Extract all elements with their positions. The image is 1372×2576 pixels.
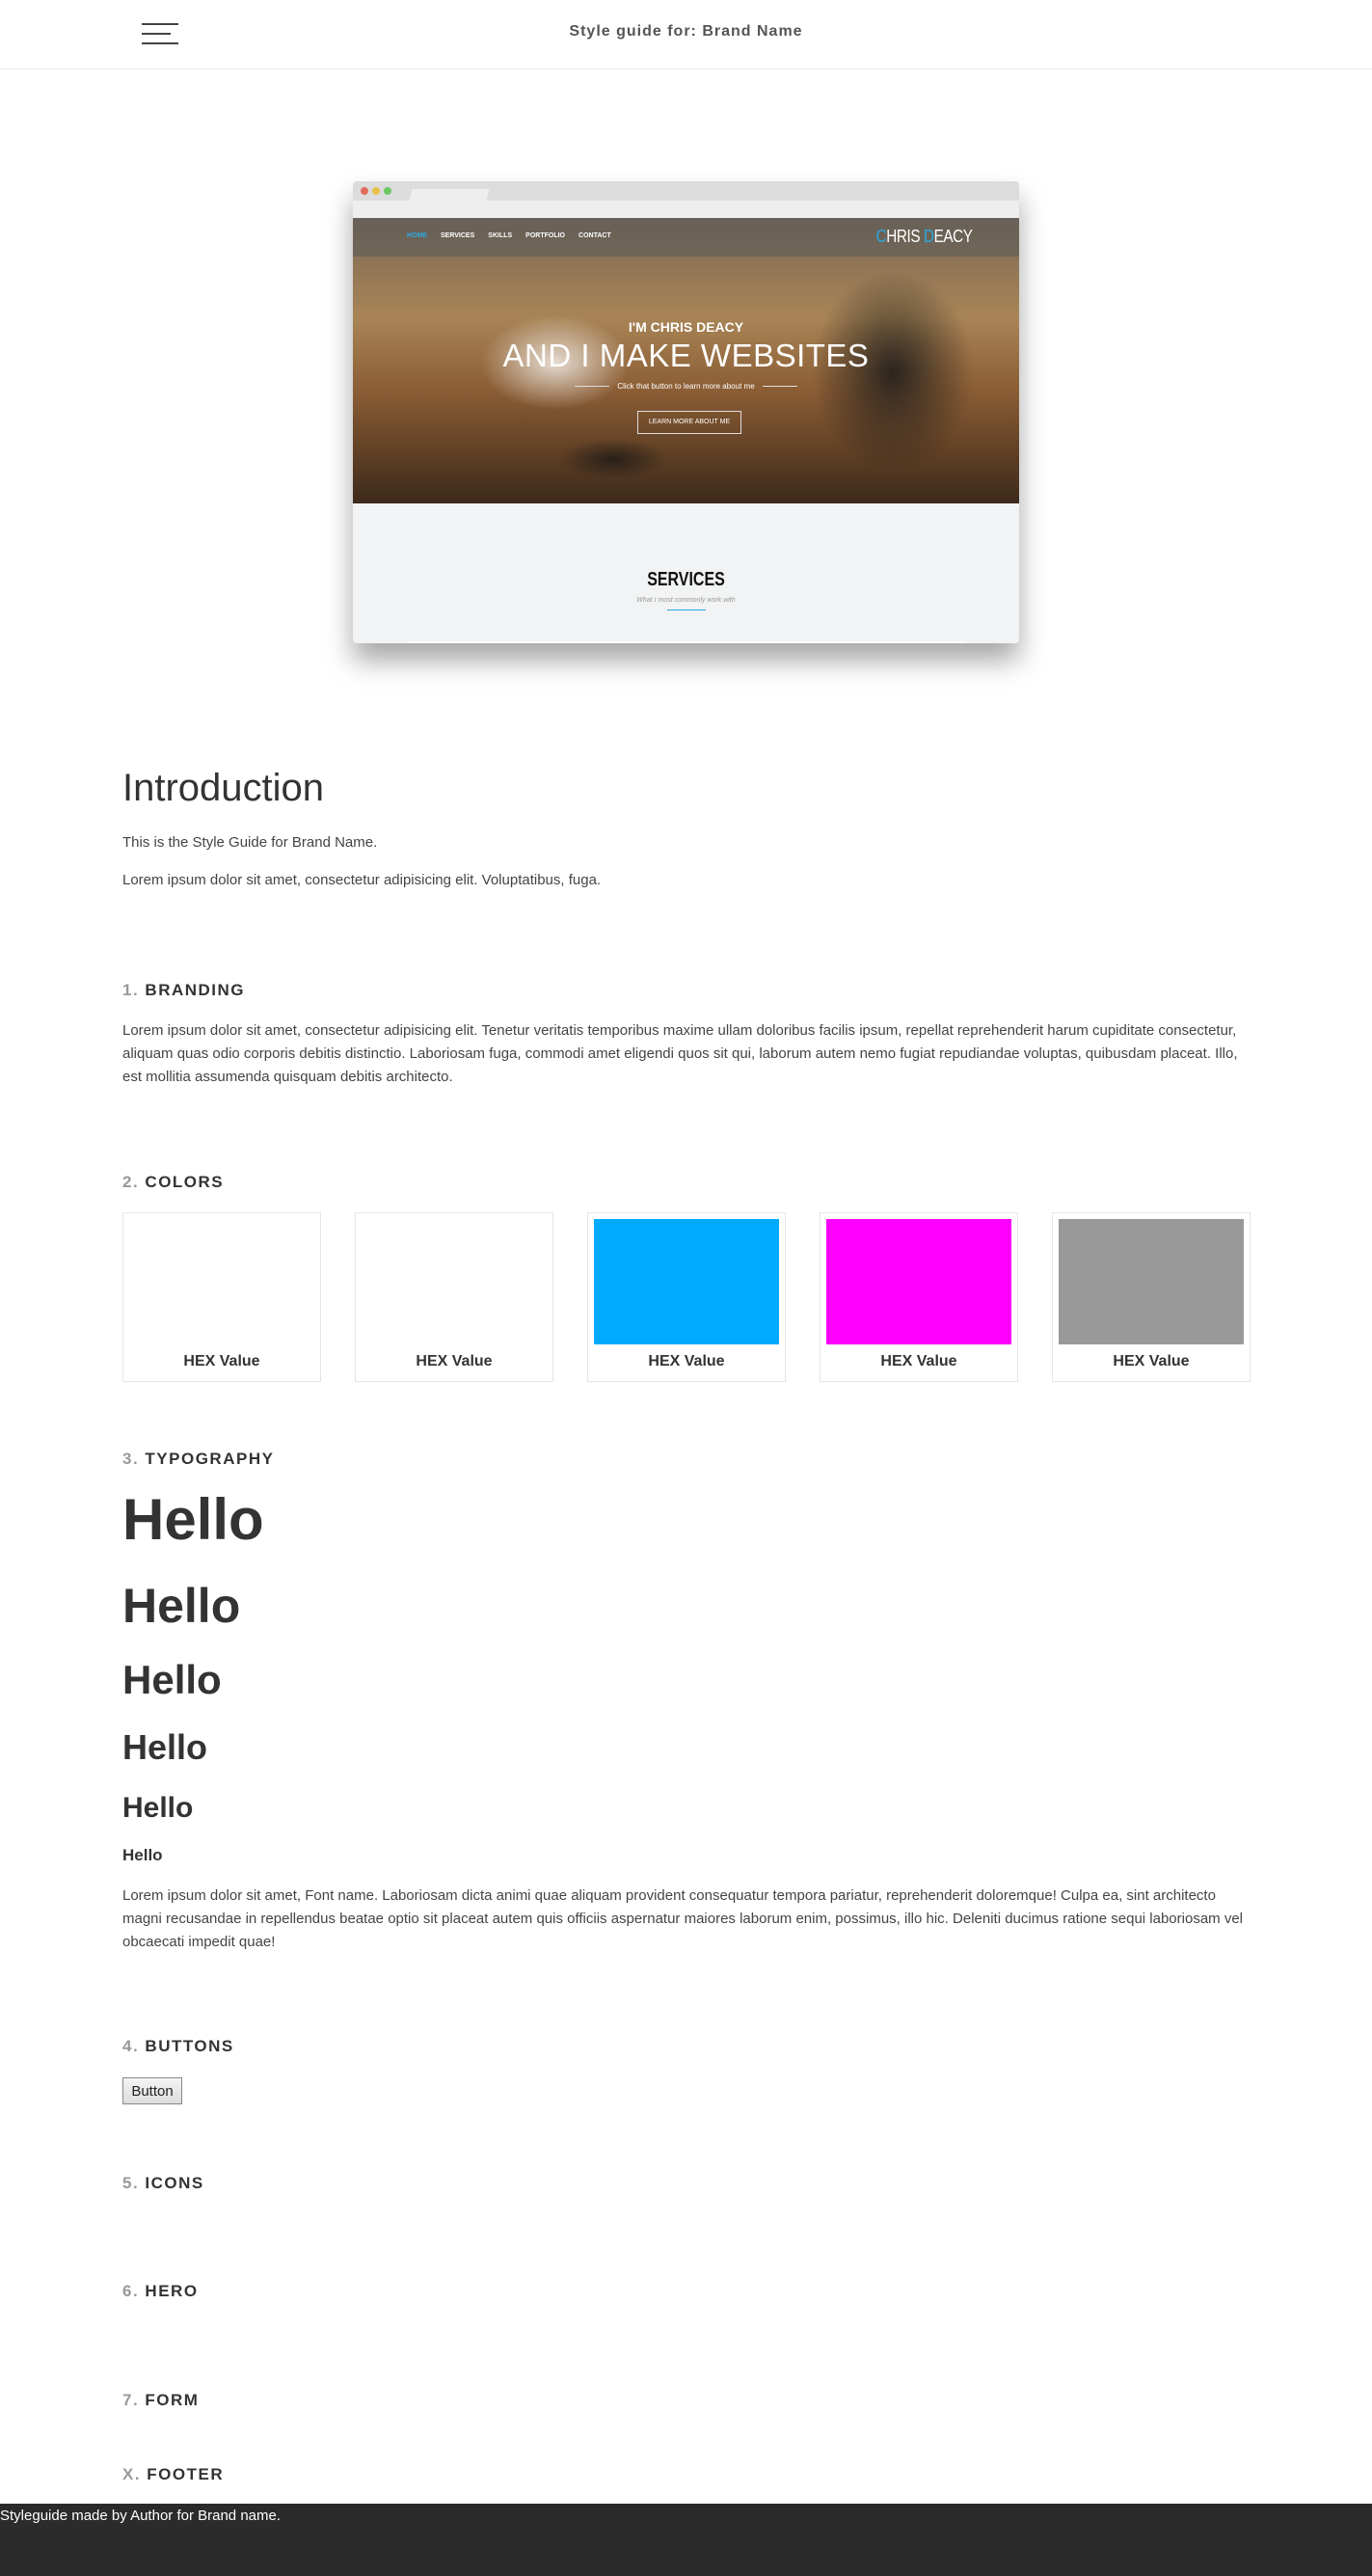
heading-6-sample: Hello — [122, 1846, 163, 1864]
color-hex-label: HEX Value — [648, 1353, 725, 1369]
colors-heading: 2. COLORS — [122, 1173, 225, 1191]
color-hex-label: HEX Value — [1113, 1353, 1190, 1369]
branding-heading: 1. BRANDING — [122, 981, 246, 999]
window-close-dot — [361, 187, 368, 195]
mockup-learn-more-button: LEARN MORE ABOUT ME — [637, 411, 741, 434]
mockup-hero-title: AND I MAKE WEBSITES — [502, 338, 870, 373]
page-footer: Styleguide made by Author for Brand name… — [0, 2504, 1372, 2576]
footer-credit-text: Styleguide made by Author for Brand name… — [0, 2508, 282, 2524]
mockup-hero-subtitle: I'M CHRIS DEACY — [628, 319, 744, 335]
footer-section-heading: X. FOOTER — [122, 2465, 225, 2483]
website-mockup-image: HOME SERVICES SKILLS PORTFOLIO CONTACT C… — [353, 181, 1019, 643]
browser-address-bar — [353, 201, 1019, 218]
mockup-nav-home: HOME — [407, 232, 427, 239]
mockup-nav: HOME SERVICES SKILLS PORTFOLIO CONTACT C… — [353, 218, 1019, 257]
heading-4-sample: Hello — [122, 1727, 208, 1767]
window-maximize-dot — [384, 187, 391, 195]
hero-heading: 6. HERO — [122, 2282, 199, 2300]
color-chip — [1059, 1219, 1244, 1344]
color-chip — [594, 1219, 779, 1344]
heading-1-sample: Hello — [122, 1487, 264, 1552]
mockup-nav-services: SERVICES — [441, 232, 475, 239]
heading-2-sample: Hello — [122, 1579, 241, 1633]
mockup-bottom-line — [407, 641, 966, 643]
icons-heading: 5. ICONS — [122, 2174, 204, 2192]
color-hex-label: HEX Value — [880, 1353, 957, 1369]
mockup-nav-skills: SKILLS — [488, 232, 513, 239]
sample-button[interactable]: Button — [122, 2077, 182, 2104]
heading-3-sample: Hello — [122, 1657, 222, 1702]
intro-lorem-text: Lorem ipsum dolor sit amet, consectetur … — [122, 872, 602, 888]
typography-heading: 3. TYPOGRAPHY — [122, 1450, 275, 1468]
hamburger-line — [142, 42, 178, 44]
mockup-nav-portfolio: PORTFOLIO — [525, 232, 566, 239]
color-hex-label: HEX Value — [183, 1353, 260, 1369]
browser-tab — [409, 189, 490, 201]
buttons-heading: 4. BUTTONS — [122, 2037, 234, 2055]
color-swatch: HEX Value — [587, 1212, 786, 1382]
browser-chrome — [353, 181, 1019, 218]
mockup-hero-tagline: Click that button to learn more about me — [353, 382, 1019, 391]
color-swatch: HEX Value — [355, 1212, 553, 1382]
page-title: Style guide for: Brand Name — [569, 23, 803, 40]
top-bar: Style guide for: Brand Name — [0, 0, 1372, 69]
mockup-services-title: SERVICES — [647, 569, 725, 590]
color-hex-label: HEX Value — [416, 1353, 493, 1369]
window-minimize-dot — [372, 187, 380, 195]
mockup-nav-contact: CONTACT — [578, 232, 611, 239]
typography-body-text: Lorem ipsum dolor sit amet, Font name. L… — [122, 1887, 1243, 1950]
mockup-logo: CHRIS DEACY — [876, 227, 973, 246]
color-swatch: HEX Value — [122, 1212, 321, 1382]
introduction-heading: Introduction — [122, 767, 325, 809]
branding-text: Lorem ipsum dolor sit amet, consectetur … — [122, 1022, 1238, 1085]
color-chip — [362, 1219, 547, 1344]
form-heading: 7. FORM — [122, 2391, 200, 2409]
color-swatches: HEX Value HEX Value HEX Value HEX Value … — [122, 1212, 1251, 1382]
color-swatch: HEX Value — [1052, 1212, 1251, 1382]
color-chip — [826, 1219, 1011, 1344]
color-chip — [129, 1219, 314, 1344]
color-swatch: HEX Value — [820, 1212, 1018, 1382]
mockup-services-subtitle: What I most commonly work with — [636, 597, 736, 604]
heading-5-sample: Hello — [122, 1792, 194, 1824]
intro-text: This is the Style Guide for Brand Name. — [122, 834, 378, 851]
mockup-hero: HOME SERVICES SKILLS PORTFOLIO CONTACT C… — [353, 218, 1019, 503]
